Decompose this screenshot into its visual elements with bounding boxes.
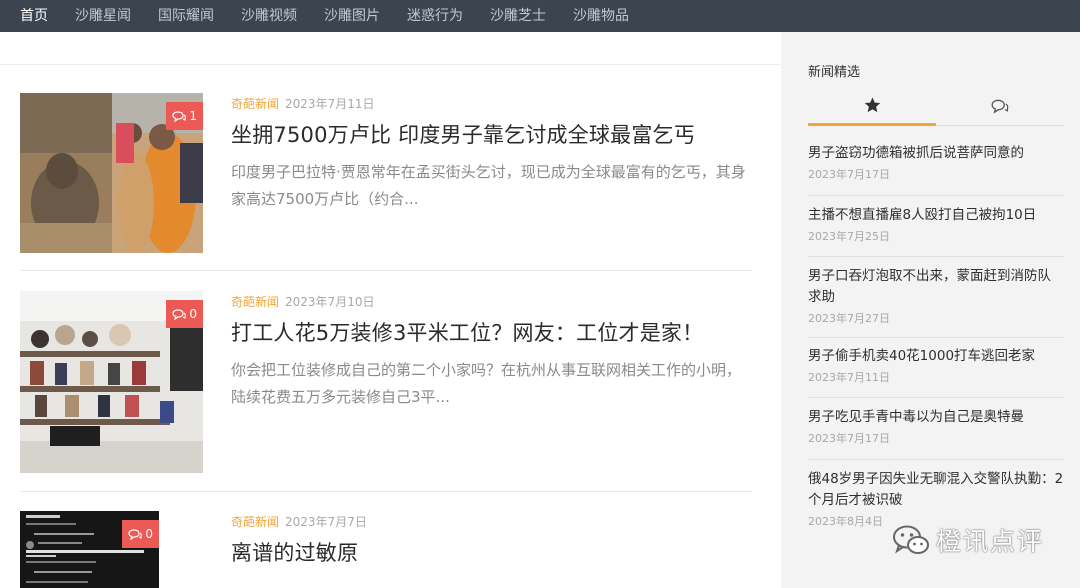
sidebar-news-date: 2023年7月11日: [808, 371, 890, 384]
nav-item-knowledge[interactable]: 沙雕芝士: [490, 0, 546, 32]
article-meta: 奇葩新闻 2023年7月7日: [231, 513, 367, 530]
nav-item-videos[interactable]: 沙雕视频: [241, 0, 297, 32]
sidebar-news-date: 2023年7月27日: [808, 312, 890, 325]
divider: [808, 195, 1064, 196]
star-icon: [864, 97, 880, 112]
comment-count-badge[interactable]: 0: [122, 520, 159, 548]
article-date: 2023年7月11日: [285, 97, 375, 111]
sidebar: 新闻精选 男子盗窃功德箱被抓后说菩萨同意的 2023年7月17日 主播不想直播雇…: [781, 32, 1080, 588]
article-thumbnail[interactable]: 0: [20, 511, 159, 588]
article-thumbnail[interactable]: 0: [20, 291, 203, 473]
sidebar-news-title[interactable]: 男子偷手机卖40花1000打车逃回老家: [808, 346, 1064, 367]
comments-icon: [991, 99, 1009, 114]
divider: [0, 64, 781, 65]
article-category[interactable]: 奇葩新闻: [231, 515, 279, 529]
sidebar-news-item[interactable]: 男子口吞灯泡取不出来，蒙面赶到消防队求助 2023年7月27日: [808, 266, 1064, 338]
sidebar-news-date: 2023年7月17日: [808, 432, 890, 445]
comments-icon: [172, 110, 187, 122]
sidebar-news-item[interactable]: 男子盗窃功德箱被抓后说菩萨同意的 2023年7月17日: [808, 143, 1064, 196]
sidebar-news-title[interactable]: 男子口吞灯泡取不出来，蒙面赶到消防队求助: [808, 266, 1064, 308]
tab-featured[interactable]: [808, 86, 936, 126]
article-category[interactable]: 奇葩新闻: [231, 97, 279, 111]
watermark-text: 橙讯点评: [936, 527, 1045, 556]
sidebar-news-title[interactable]: 主播不想直播雇8人殴打自己被拘10日: [808, 205, 1064, 226]
comment-count-badge[interactable]: 1: [166, 102, 203, 130]
comments-icon: [128, 528, 143, 540]
divider: [808, 256, 1064, 257]
article-thumbnail[interactable]: 1: [20, 93, 203, 253]
comments-icon: [172, 308, 187, 320]
nav-item-home[interactable]: 首页: [20, 0, 48, 32]
article-excerpt: 印度男子巴拉特·贾恩常年在孟买街头乞讨，现已成为全球最富有的乞丐，其身家高达75…: [231, 163, 746, 208]
sidebar-news-title[interactable]: 男子吃见手青中毒以为自己是奥特曼: [808, 407, 1064, 428]
sidebar-tabs: [808, 86, 1064, 126]
article-date: 2023年7月7日: [285, 515, 367, 529]
article-card[interactable]: 1 奇葩新闻 2023年7月11日 坐拥7500万卢比 印度男子靠乞讨成全球最富乞…: [20, 93, 752, 271]
main-content: 1 奇葩新闻 2023年7月11日 坐拥7500万卢比 印度男子靠乞讨成全球最富乞…: [0, 32, 781, 588]
nav-item-items[interactable]: 沙雕物品: [573, 0, 629, 32]
watermark: 橙讯点评: [892, 522, 1044, 558]
top-nav: 首页 沙雕星闻 国际耀闻 沙雕视频 沙雕图片 迷惑行为 沙雕芝士 沙雕物品: [0, 0, 1080, 32]
sidebar-title: 新闻精选: [808, 65, 861, 80]
sidebar-news-item[interactable]: 主播不想直播雇8人殴打自己被拘10日 2023年7月25日: [808, 205, 1064, 257]
article-title[interactable]: 离谱的过敏原: [231, 537, 358, 567]
sidebar-news-item[interactable]: 男子吃见手青中毒以为自己是奥特曼 2023年7月17日: [808, 407, 1064, 460]
article-title[interactable]: 坐拥7500万卢比 印度男子靠乞讨成全球最富乞丐: [231, 119, 695, 149]
nav-item-pictures[interactable]: 沙雕图片: [324, 0, 380, 32]
divider: [808, 337, 1064, 338]
article-excerpt: 你会把工位装修成自己的第二个小家吗？在杭州从事互联网相关工作的小明，陆续花费五万…: [231, 361, 742, 406]
nav-item-confusing-behavior[interactable]: 迷惑行为: [407, 0, 463, 32]
article-title[interactable]: 打工人花5万装修3平米工位？网友：工位才是家！: [231, 317, 703, 347]
divider: [808, 397, 1064, 398]
comment-count-badge[interactable]: 0: [166, 300, 203, 328]
divider: [20, 270, 752, 271]
comment-count: 0: [145, 527, 153, 541]
wechat-icon: [893, 525, 929, 554]
sidebar-news-date: 2023年7月25日: [808, 230, 890, 243]
article-card[interactable]: 0 奇葩新闻 2023年7月10日 打工人花5万装修3平米工位？网友：工位才是家！…: [20, 291, 752, 492]
sidebar-news-title[interactable]: 男子盗窃功德箱被抓后说菩萨同意的: [808, 143, 1064, 164]
tab-comments[interactable]: [936, 86, 1064, 126]
nav-item-star-news[interactable]: 沙雕星闻: [75, 0, 131, 32]
article-meta: 奇葩新闻 2023年7月11日: [231, 95, 374, 112]
article-category[interactable]: 奇葩新闻: [231, 295, 279, 309]
article-card[interactable]: 0 奇葩新闻 2023年7月7日 离谱的过敏原: [20, 511, 752, 588]
article-meta: 奇葩新闻 2023年7月10日: [231, 293, 374, 310]
sidebar-news-date: 2023年7月17日: [808, 168, 890, 181]
sidebar-news-item[interactable]: 俄48岁男子因失业无聊混入交警队执勤：2个月后才被识破 2023年8月4日: [808, 469, 1064, 529]
divider: [808, 459, 1064, 460]
divider: [20, 491, 752, 492]
comment-count: 0: [189, 307, 197, 321]
comment-count: 1: [189, 109, 197, 123]
nav-item-intl-news[interactable]: 国际耀闻: [158, 0, 214, 32]
sidebar-news-title[interactable]: 俄48岁男子因失业无聊混入交警队执勤：2个月后才被识破: [808, 469, 1064, 511]
article-date: 2023年7月10日: [285, 295, 375, 309]
sidebar-news-item[interactable]: 男子偷手机卖40花1000打车逃回老家 2023年7月11日: [808, 346, 1064, 398]
